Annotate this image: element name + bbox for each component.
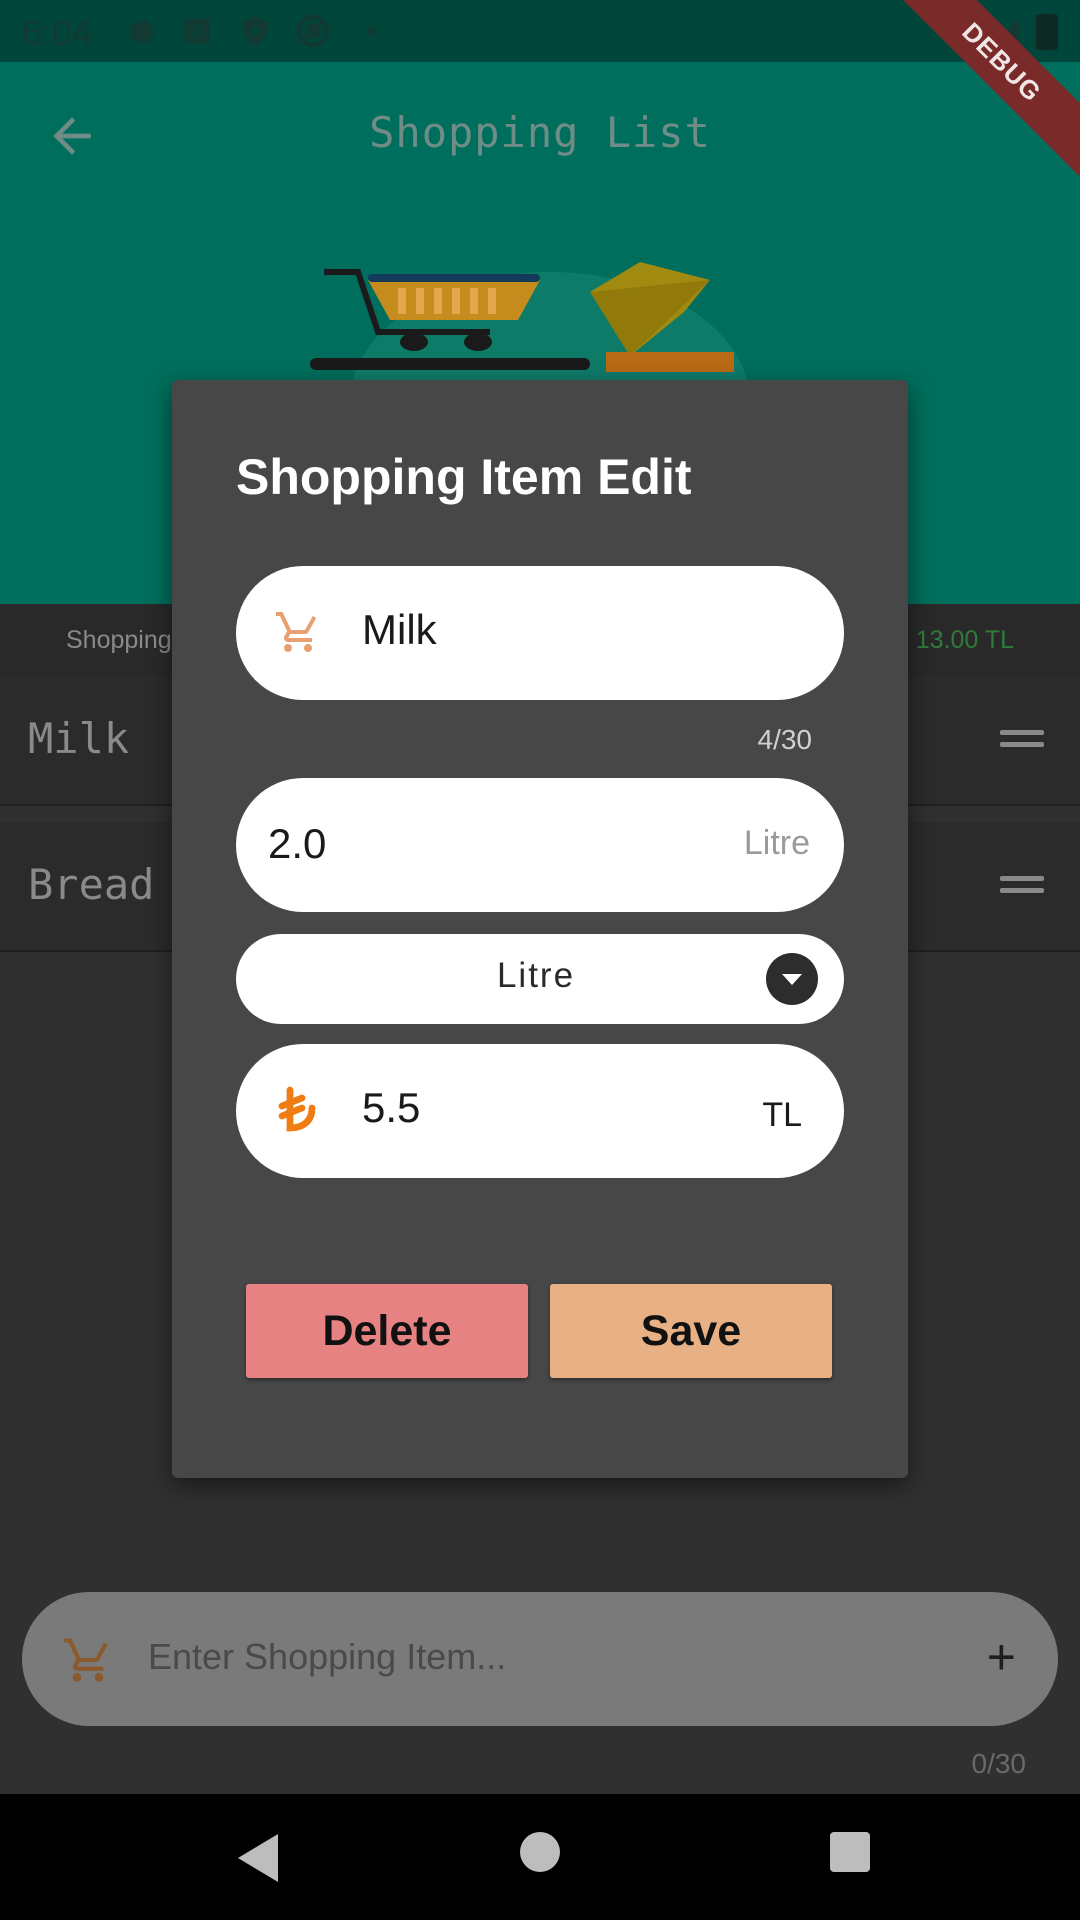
lira-icon [274, 1086, 322, 1134]
keyboard-a-icon: A [180, 14, 214, 48]
unit-dropdown-value: Litre [496, 956, 576, 995]
plus-icon[interactable]: + [987, 1632, 1016, 1682]
item-name-field[interactable]: Milk [236, 566, 844, 700]
list-item-name: Milk [28, 714, 130, 763]
item-name-counter: 4/30 [757, 724, 813, 755]
system-nav-bar [0, 1794, 1080, 1920]
shopping-illustration [300, 252, 780, 532]
cart-icon [274, 608, 322, 656]
summary-total: 13.00 TL [915, 626, 1014, 654]
new-item-input[interactable]: Enter Shopping Item... + [22, 1592, 1058, 1726]
drag-handle-icon[interactable] [1000, 730, 1044, 752]
settings-icon [122, 14, 156, 48]
price-value: 5.5 [362, 1084, 421, 1131]
save-button[interactable]: Save [550, 1284, 832, 1378]
delete-button[interactable]: Delete [246, 1284, 528, 1378]
nav-back-icon[interactable] [238, 1834, 278, 1882]
app-title: Shopping List [369, 108, 711, 157]
unit-dropdown[interactable]: Litre [236, 934, 844, 1024]
new-item-counter: 0/30 [971, 1748, 1027, 1779]
cart-icon [62, 1634, 114, 1686]
nav-recents-icon[interactable] [830, 1832, 870, 1872]
price-suffix: TL [762, 1096, 802, 1134]
quantity-suffix: Litre [743, 824, 810, 862]
shield-play-icon [238, 14, 272, 48]
dialog-title: Shopping Item Edit [236, 449, 692, 505]
item-name-value: Milk [362, 606, 437, 653]
dot-icon [354, 14, 388, 48]
summary-label: Shopping [66, 626, 172, 654]
price-field[interactable]: 5.5 TL [236, 1044, 844, 1178]
drag-handle-icon[interactable] [1000, 876, 1044, 898]
new-item-placeholder: Enter Shopping Item... [148, 1636, 507, 1677]
edit-item-dialog: Shopping Item Edit Milk 4/30 2.0 Litre L… [172, 380, 908, 1478]
nav-home-icon[interactable] [520, 1832, 560, 1872]
battery-icon [1036, 14, 1058, 50]
quantity-field[interactable]: 2.0 Litre [236, 778, 844, 912]
chevron-down-icon[interactable] [766, 953, 818, 1005]
status-time: 6:04 [22, 12, 93, 53]
svg-text:A: A [191, 23, 204, 44]
quantity-value: 2.0 [268, 820, 327, 867]
at-circle-icon [296, 14, 330, 48]
list-item-name: Bread [28, 860, 155, 909]
